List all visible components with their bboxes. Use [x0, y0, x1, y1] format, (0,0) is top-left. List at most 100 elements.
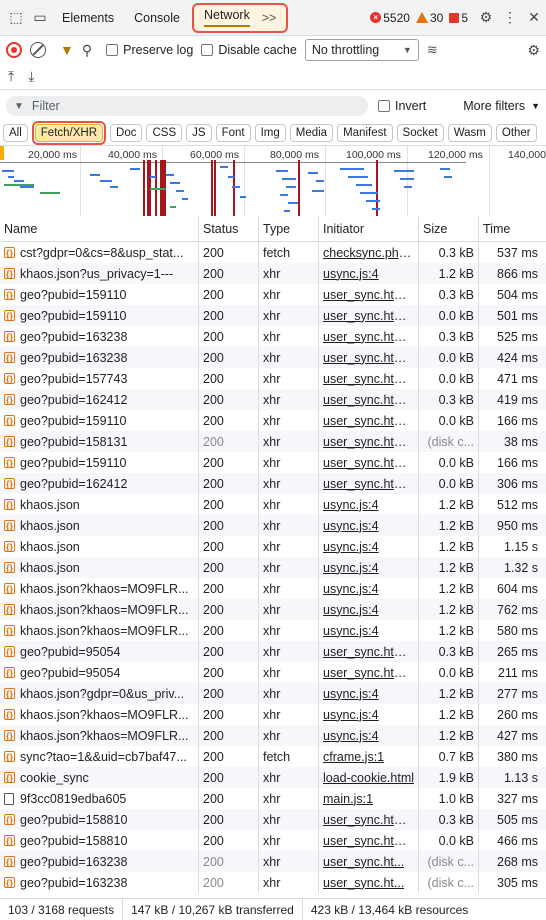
cell-name[interactable]: {} khaos.json?khaos=MO9FLR...	[0, 620, 199, 641]
settings-gear-icon[interactable]: ⚙	[474, 6, 498, 30]
console-counts[interactable]: × 5520 30 5	[370, 11, 468, 25]
cell-name[interactable]: {} geo?pubid=162412	[0, 389, 199, 410]
preserve-log-checkbox[interactable]: Preserve log	[106, 43, 193, 57]
cell-initiator[interactable]: user_sync.html?p	[319, 284, 419, 305]
initiator-link[interactable]: user_sync.ht...	[323, 855, 404, 869]
table-row[interactable]: {} geo?pubid=158131 200 xhr user_sync.html?k…	[0, 431, 546, 452]
network-conditions-icon[interactable]: ≋	[427, 42, 438, 58]
initiator-link[interactable]: user_sync.html?p	[323, 834, 414, 848]
initiator-link[interactable]: usync.js:4	[323, 561, 379, 575]
table-row[interactable]: {} sync?tao=1&&uid=cb7baf47... 200 fetch cfr…	[0, 746, 546, 767]
cell-name[interactable]: {} geo?pubid=158810	[0, 809, 199, 830]
cell-initiator[interactable]: user_sync.html?p	[319, 389, 419, 410]
initiator-link[interactable]: usync.js:4	[323, 519, 379, 533]
initiator-link[interactable]: user_sync.html?p	[323, 288, 414, 302]
kebab-menu-icon[interactable]: ⋮	[498, 6, 522, 30]
checkbox-box[interactable]	[201, 44, 214, 56]
table-row[interactable]: {} geo?pubid=159110 200 xhr user_sync.html?p…	[0, 305, 546, 326]
checkbox-box[interactable]	[106, 44, 119, 56]
table-row[interactable]: {} khaos.json 200 xhr usync.js:4 1.2 kB 1.32 s	[0, 557, 546, 578]
initiator-link[interactable]: usync.js:4	[323, 540, 379, 554]
cell-name[interactable]: {} geo?pubid=157743	[0, 368, 199, 389]
invert-checkbox[interactable]: Invert	[378, 99, 426, 113]
cell-name[interactable]: {} geo?pubid=159110	[0, 452, 199, 473]
initiator-link[interactable]: load-cookie.html	[323, 771, 414, 785]
column-header-type[interactable]: Type	[259, 216, 319, 241]
initiator-link[interactable]: usync.js:4	[323, 267, 379, 281]
cell-name[interactable]: {} geo?pubid=163238	[0, 872, 199, 893]
cell-initiator[interactable]: user_sync.html?p	[319, 452, 419, 473]
cell-initiator[interactable]: user_sync.ht...	[319, 872, 419, 893]
column-header-time[interactable]: Time	[479, 216, 546, 241]
table-row[interactable]: {} geo?pubid=157743 200 xhr user_sync.html?p…	[0, 368, 546, 389]
type-chip-img[interactable]: Img	[254, 123, 286, 142]
cell-name[interactable]: {} khaos.json	[0, 536, 199, 557]
initiator-link[interactable]: user_sync.html?p	[323, 666, 414, 680]
cell-initiator[interactable]: user_sync.html?p	[319, 641, 419, 662]
overview-window-handle[interactable]	[0, 146, 4, 160]
table-row[interactable]: {} geo?pubid=158810 200 xhr user_sync.html?p…	[0, 809, 546, 830]
initiator-link[interactable]: user_sync.html?k	[323, 351, 414, 365]
table-row[interactable]: {} khaos.json?khaos=MO9FLR... 200 xhr usync.…	[0, 725, 546, 746]
table-row[interactable]: {} khaos.json 200 xhr usync.js:4 1.2 kB 1.15 s	[0, 536, 546, 557]
search-icon[interactable]: ⚲	[82, 42, 92, 59]
cell-initiator[interactable]: usync.js:4	[319, 578, 419, 599]
table-row[interactable]: {} geo?pubid=95054 200 xhr user_sync.html?p 0…	[0, 662, 546, 683]
cell-name[interactable]: {} geo?pubid=163238	[0, 347, 199, 368]
type-chip-socket[interactable]: Socket	[396, 123, 444, 142]
cell-initiator[interactable]: usync.js:4	[319, 515, 419, 536]
cell-initiator[interactable]: user_sync.html?p	[319, 410, 419, 431]
type-chip-css[interactable]: CSS	[146, 123, 183, 142]
tab-elements[interactable]: Elements	[52, 0, 124, 36]
cell-initiator[interactable]: user_sync.html?p	[319, 809, 419, 830]
cell-name[interactable]: {} geo?pubid=95054	[0, 641, 199, 662]
table-row[interactable]: {} khaos.json?khaos=MO9FLR... 200 xhr usync.…	[0, 599, 546, 620]
type-chip-fetch-xhr[interactable]: Fetch/XHR	[34, 123, 104, 142]
initiator-link[interactable]: user_sync.html?p	[323, 309, 414, 323]
type-chip-doc[interactable]: Doc	[110, 123, 143, 142]
initiator-link[interactable]: usync.js:4	[323, 603, 379, 617]
tab-console[interactable]: Console	[124, 0, 190, 36]
initiator-link[interactable]: checksync.php?v	[323, 246, 414, 260]
cell-name[interactable]: {} khaos.json?khaos=MO9FLR...	[0, 599, 199, 620]
table-row[interactable]: {} geo?pubid=163238 200 xhr user_sync.html?k…	[0, 326, 546, 347]
type-chip-other[interactable]: Other	[495, 123, 537, 142]
initiator-link[interactable]: cframe.js:1	[323, 750, 384, 764]
column-header-size[interactable]: Size	[419, 216, 479, 241]
cell-name[interactable]: {} cst?gdpr=0&cs=8&usp_stat...	[0, 242, 199, 263]
type-chip-media[interactable]: Media	[289, 123, 334, 142]
cell-initiator[interactable]: user_sync.html?k	[319, 431, 419, 452]
more-filters-button[interactable]: More filters ▼	[463, 99, 540, 113]
cell-initiator[interactable]: user_sync.html?k	[319, 326, 419, 347]
table-row[interactable]: {} khaos.json?us_privacy=1--- 200 xhr usync.…	[0, 263, 546, 284]
table-row[interactable]: {} geo?pubid=158810 200 xhr user_sync.html?p…	[0, 830, 546, 851]
cell-initiator[interactable]: usync.js:4	[319, 704, 419, 725]
initiator-link[interactable]: user_sync.html?p	[323, 393, 414, 407]
device-toolbar-icon[interactable]: ▭	[28, 6, 52, 30]
cell-name[interactable]: {} geo?pubid=163238	[0, 851, 199, 872]
cell-name[interactable]: {} geo?pubid=163238	[0, 326, 199, 347]
initiator-link[interactable]: main.js:1	[323, 792, 373, 806]
initiator-link[interactable]: usync.js:4	[323, 729, 379, 743]
cell-name[interactable]: {} khaos.json?khaos=MO9FLR...	[0, 725, 199, 746]
initiator-link[interactable]: user_sync.html?p	[323, 813, 414, 827]
table-row[interactable]: {} khaos.json 200 xhr usync.js:4 1.2 kB 512 ms	[0, 494, 546, 515]
table-row[interactable]: 9f3cc0819edba605 200 xhr main.js:1 1.0 kB 327…	[0, 788, 546, 809]
cell-initiator[interactable]: checksync.php?v	[319, 242, 419, 263]
type-chip-wasm[interactable]: Wasm	[447, 123, 492, 142]
initiator-link[interactable]: user_sync.ht...	[323, 876, 404, 890]
cell-initiator[interactable]: user_sync.ht...	[319, 851, 419, 872]
network-overview-timeline[interactable]: 20,000 ms 40,000 ms 60,000 ms 80,000 ms …	[0, 146, 546, 226]
cell-initiator[interactable]: usync.js:4	[319, 263, 419, 284]
initiator-link[interactable]: user_sync.html?k	[323, 435, 414, 449]
cell-name[interactable]: {} geo?pubid=162412	[0, 473, 199, 494]
cell-name[interactable]: {} khaos.json?khaos=MO9FLR...	[0, 578, 199, 599]
cell-name[interactable]: {} geo?pubid=158810	[0, 830, 199, 851]
cell-initiator[interactable]: usync.js:4	[319, 536, 419, 557]
import-har-icon[interactable]: ⤒	[8, 68, 14, 85]
table-row[interactable]: {} cst?gdpr=0&cs=8&usp_stat... 200 fetch che…	[0, 242, 546, 263]
type-chip-manifest[interactable]: Manifest	[337, 123, 393, 142]
initiator-link[interactable]: user_sync.html?p	[323, 645, 414, 659]
disable-cache-checkbox[interactable]: Disable cache	[201, 43, 297, 57]
table-row[interactable]: {} geo?pubid=159110 200 xhr user_sync.html?p…	[0, 452, 546, 473]
